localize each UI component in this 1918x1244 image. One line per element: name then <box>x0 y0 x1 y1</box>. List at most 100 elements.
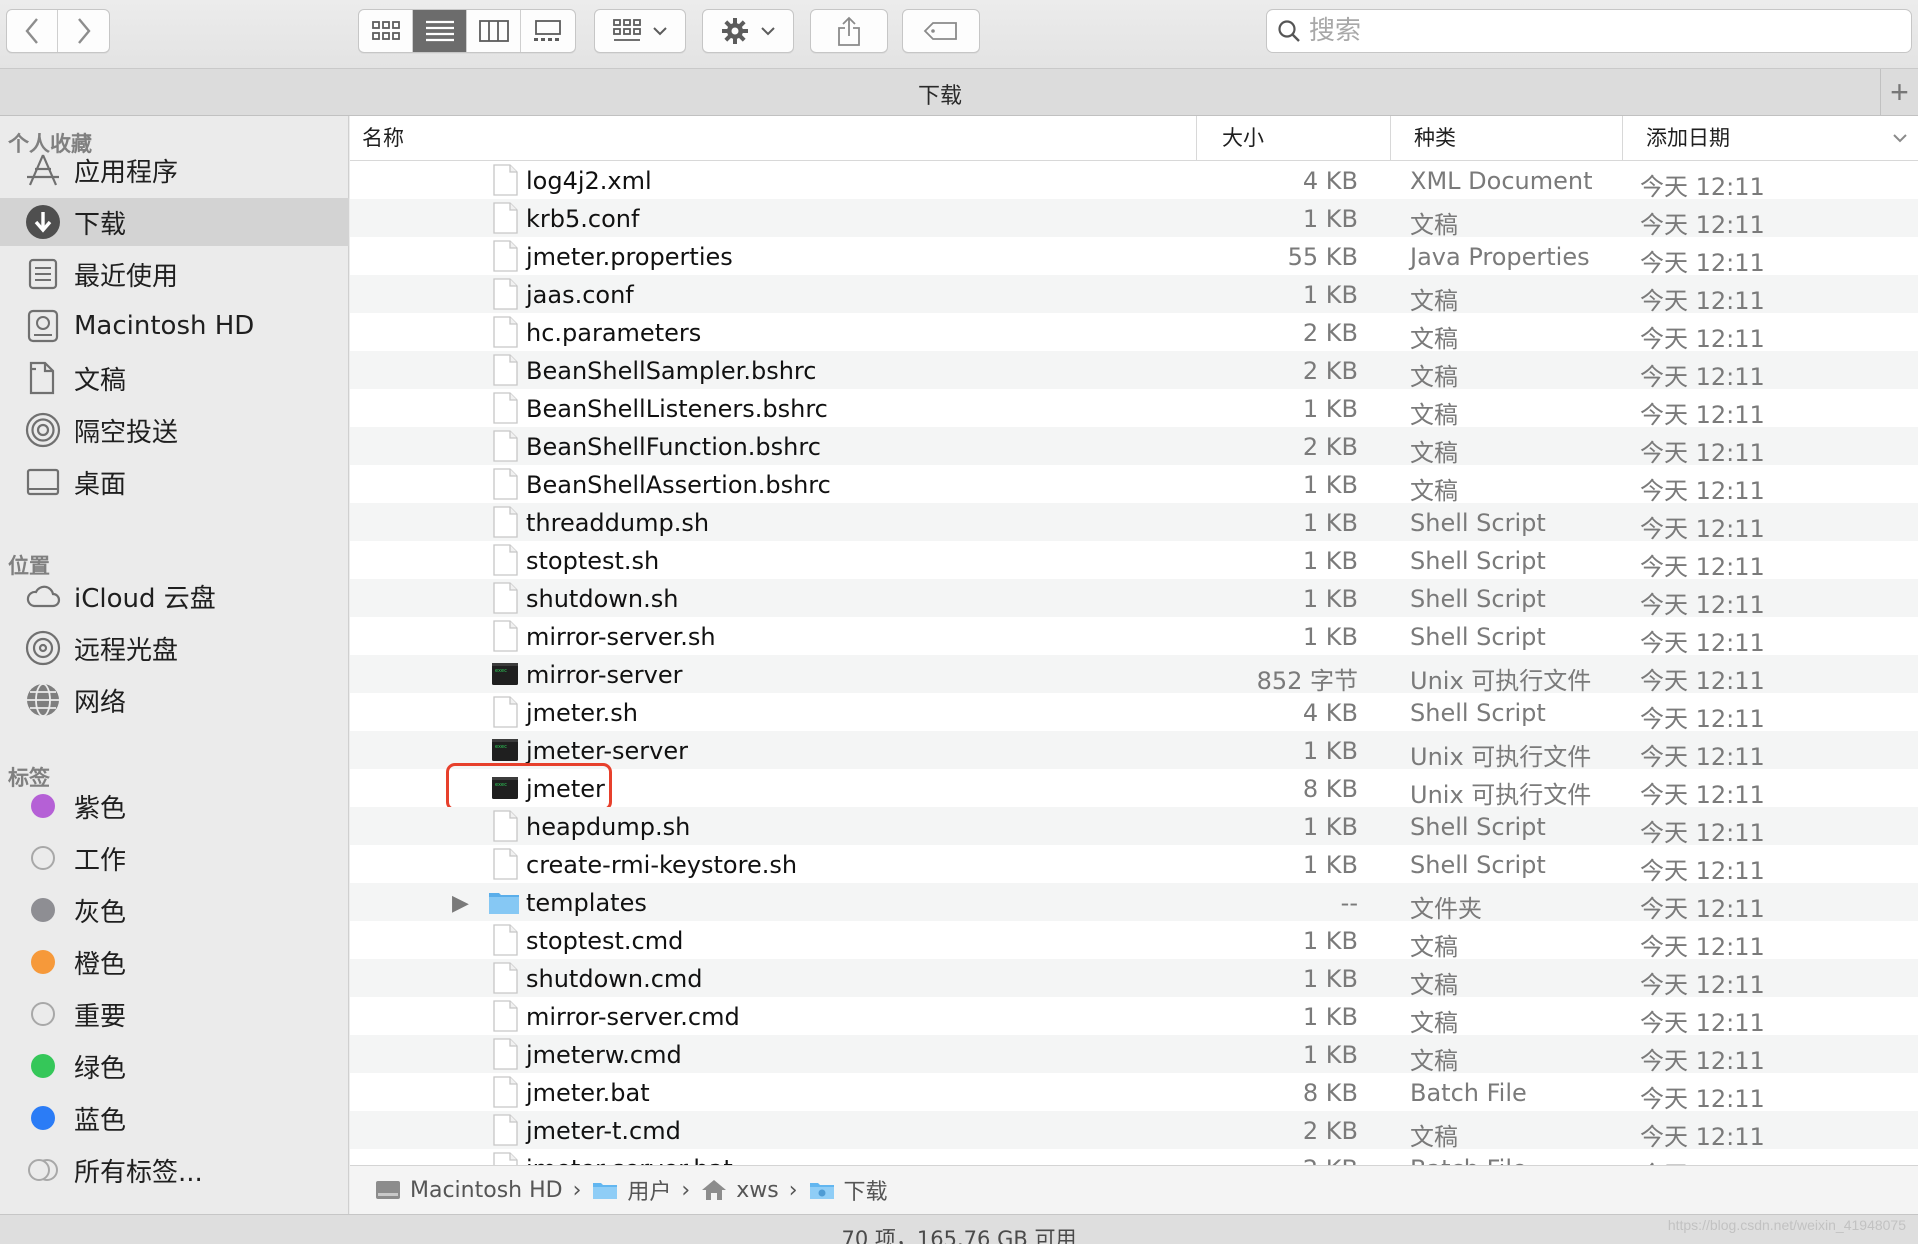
group-by-button[interactable] <box>595 10 685 52</box>
tag-button-inner[interactable] <box>903 10 979 52</box>
sidebar-item-label: 重要 <box>74 1001 127 1032</box>
new-tab-button[interactable]: + <box>1880 69 1918 115</box>
chevron-right-icon: › <box>681 1177 691 1203</box>
file-row[interactable]: create-rmi-keystore.sh 1 KB Shell Script 今天… <box>350 845 1918 885</box>
sidebar-item-applications[interactable]: 应用程序 <box>0 146 349 194</box>
action-button[interactable] <box>703 10 793 52</box>
file-row[interactable]: shutdown.sh 1 KB Shell Script 今天 12:11 <box>350 579 1918 619</box>
file-size: 1 KB <box>1302 205 1358 233</box>
column-header-date[interactable]: 添加日期 <box>1646 116 1730 161</box>
file-row[interactable]: ▶ templates -- 文件夹 今天 12:11 <box>350 883 1918 923</box>
column-header-name[interactable]: 名称 <box>362 116 404 161</box>
sidebar-item-remote-disc[interactable]: 远程光盘 <box>0 624 349 672</box>
sidebar-item-documents[interactable]: 文稿 <box>0 354 349 402</box>
sidebar-tag-all-tags[interactable]: 所有标签... <box>0 1146 349 1194</box>
path-item-users[interactable]: 用户 <box>591 1174 671 1206</box>
path-item-downloads[interactable]: 下载 <box>808 1174 888 1206</box>
file-row[interactable]: mirror-server.sh 1 KB Shell Script 今天 12:11 <box>350 617 1918 657</box>
disclosure-triangle-icon[interactable]: ▶ <box>452 890 469 916</box>
sidebar-item-label: 蓝色 <box>74 1105 127 1136</box>
file-row[interactable]: stoptest.sh 1 KB Shell Script 今天 12:11 <box>350 541 1918 581</box>
path-item-macintosh-hd[interactable]: Macintosh HD <box>374 1178 563 1203</box>
file-row[interactable]: heapdump.sh 1 KB Shell Script 今天 12:11 <box>350 807 1918 847</box>
file-row[interactable]: mirror-server.cmd 1 KB 文稿 今天 12:11 <box>350 997 1918 1037</box>
sidebar-tag-purple[interactable]: 紫色 <box>0 782 349 830</box>
group-by-dropdown[interactable] <box>594 9 686 53</box>
document-icon <box>493 468 518 500</box>
sidebar-tag-green[interactable]: 绿色 <box>0 1042 349 1090</box>
gallery-view-button[interactable] <box>521 10 575 52</box>
document-icon <box>493 392 518 424</box>
file-row[interactable]: exec jmeter 8 KB Unix 可执行文件 今天 12:11 <box>350 763 1918 811</box>
sidebar-item-downloads[interactable]: 下载 <box>0 198 349 246</box>
file-row[interactable]: jmeter.properties 55 KB Java Properties 今天 … <box>350 237 1918 277</box>
sidebar-item-desktop[interactable]: 桌面 <box>0 458 349 506</box>
sidebar-tag-orange[interactable]: 橙色 <box>0 938 349 986</box>
document-icon <box>493 278 518 310</box>
view-mode-segmented-control <box>358 9 576 53</box>
file-date-added: 今天 12:11 <box>1640 553 1765 581</box>
file-name: threaddump.sh <box>526 509 710 537</box>
tag-button[interactable] <box>902 9 980 53</box>
cloud-icon <box>24 577 62 615</box>
sidebar-item-recents[interactable]: 最近使用 <box>0 250 349 298</box>
file-name: stoptest.sh <box>526 547 660 575</box>
file-row[interactable]: log4j2.xml 4 KB XML Document 今天 12:11 <box>350 161 1918 201</box>
file-kind: 文稿 <box>1410 363 1458 391</box>
back-button[interactable] <box>7 10 59 52</box>
path-item-home[interactable]: xws <box>700 1178 779 1203</box>
all-tags-icon <box>24 1151 62 1189</box>
file-row[interactable]: BeanShellAssertion.bshrc 1 KB 文稿 今天 12:11 <box>350 465 1918 505</box>
status-bar: 70 项，165.76 GB 可用 https://blog.csdn.net/… <box>0 1214 1918 1244</box>
sidebar-tag-important[interactable]: 重要 <box>0 990 349 1038</box>
file-row[interactable]: krb5.conf 1 KB 文稿 今天 12:11 <box>350 199 1918 239</box>
folder-icon <box>489 893 519 914</box>
file-date-added: 今天 12:11 <box>1640 1085 1765 1113</box>
file-row[interactable]: jmeterw.cmd 1 KB 文稿 今天 12:11 <box>350 1035 1918 1075</box>
sidebar-item-icloud[interactable]: iCloud 云盘 <box>0 572 349 620</box>
document-icon <box>493 810 518 842</box>
terminal-exec-icon: exec <box>492 663 518 685</box>
forward-button[interactable] <box>58 10 109 52</box>
file-row[interactable]: jmeter-t.cmd 2 KB 文稿 今天 12:11 <box>350 1111 1918 1151</box>
file-row[interactable]: jmeter.bat 8 KB Batch File 今天 12:11 <box>350 1073 1918 1113</box>
column-view-button[interactable] <box>467 10 521 52</box>
column-divider[interactable] <box>1390 116 1391 161</box>
sidebar-tag-blue[interactable]: 蓝色 <box>0 1094 349 1142</box>
file-row[interactable]: threaddump.sh 1 KB Shell Script 今天 12:11 <box>350 503 1918 543</box>
sidebar-item-network[interactable]: 网络 <box>0 676 349 724</box>
search-field[interactable] <box>1266 9 1912 53</box>
sidebar-item-macintosh-hd[interactable]: Macintosh HD <box>0 302 349 350</box>
file-row[interactable]: BeanShellListeners.bshrc 1 KB 文稿 今天 12:11 <box>350 389 1918 429</box>
icon-view-button[interactable] <box>359 10 413 52</box>
file-row[interactable]: hc.parameters 2 KB 文稿 今天 12:11 <box>350 313 1918 353</box>
sidebar-tag-gray[interactable]: 灰色 <box>0 886 349 934</box>
file-row[interactable]: shutdown.cmd 1 KB 文稿 今天 12:11 <box>350 959 1918 999</box>
sort-chevron-down-icon[interactable] <box>1892 116 1908 161</box>
file-row[interactable]: jaas.conf 1 KB 文稿 今天 12:11 <box>350 275 1918 315</box>
column-header-kind[interactable]: 种类 <box>1414 116 1456 161</box>
file-row[interactable]: exec mirror-server 852 字节 Unix 可执行文件 今天 12:1… <box>350 655 1918 695</box>
column-divider[interactable] <box>1622 116 1623 161</box>
file-size: 1 KB <box>1302 395 1358 423</box>
share-button[interactable] <box>810 9 888 53</box>
file-row[interactable]: BeanShellFunction.bshrc 2 KB 文稿 今天 12:11 <box>350 427 1918 467</box>
file-row[interactable]: stoptest.cmd 1 KB 文稿 今天 12:11 <box>350 921 1918 961</box>
sidebar-item-airdrop[interactable]: 隔空投送 <box>0 406 349 454</box>
document-icon <box>493 544 518 576</box>
tag-icon <box>923 22 957 40</box>
file-row[interactable]: BeanShellSampler.bshrc 2 KB 文稿 今天 12:11 <box>350 351 1918 391</box>
sidebar-item-label: 所有标签... <box>74 1157 203 1188</box>
file-kind: Shell Script <box>1410 585 1546 613</box>
sidebar-tag-work[interactable]: 工作 <box>0 834 349 882</box>
column-divider[interactable] <box>1196 116 1197 161</box>
share-button-inner[interactable] <box>811 10 887 52</box>
file-row[interactable]: jmeter.sh 4 KB Shell Script 今天 12:11 <box>350 693 1918 733</box>
column-header-size[interactable]: 大小 <box>1222 116 1264 161</box>
action-dropdown[interactable] <box>702 9 794 53</box>
search-input[interactable] <box>1309 16 1869 46</box>
list-view-button[interactable] <box>413 10 467 52</box>
file-date-added: 今天 12:11 <box>1640 173 1765 201</box>
file-row[interactable]: jmeter-server.bat 2 KB Batch File 今天 12:11 <box>350 1149 1918 1165</box>
document-icon <box>493 924 518 956</box>
